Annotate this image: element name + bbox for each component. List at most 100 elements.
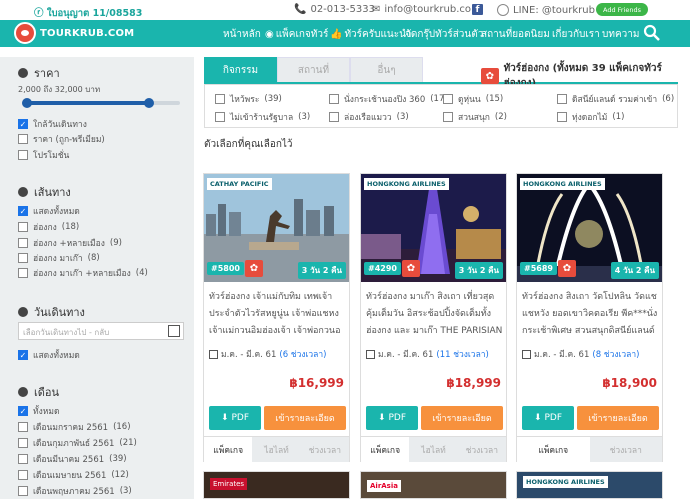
checkbox[interactable] [329, 112, 339, 122]
search-icon[interactable] [643, 24, 661, 42]
slots-link[interactable]: (6 ช่วงเวลา) [279, 347, 326, 361]
checkbox[interactable] [18, 134, 28, 144]
pdf-button[interactable]: ⬇ PDF [209, 406, 261, 430]
month-option-mar[interactable]: เดือนมีนาคม 2561 (39) [18, 452, 127, 466]
month-option-feb[interactable]: เดือนกุมภาพันธ์ 2561 (21) [18, 436, 137, 450]
details-button[interactable]: เข้ารายละเอียด [577, 406, 659, 430]
route-option-hongkong-multi[interactable]: ฮ่องกง +หลายเมือง (9) [18, 236, 122, 250]
tour-card[interactable]: HONGKONG AIRLINES [516, 471, 663, 499]
tour-image[interactable]: HONGKONG AIRLINES #5689 ✿ 4 วัน 2 คืน [517, 174, 662, 282]
nav-item-home[interactable]: หน้าหลัก [223, 27, 261, 42]
price-slider-min-handle[interactable] [22, 98, 32, 108]
sort-option-nearest-date[interactable]: ✓ ใกล้วันเดินทาง [18, 117, 87, 131]
tab-places[interactable]: สถานที่ [277, 57, 350, 83]
details-button[interactable]: เข้ารายละเอียด [264, 406, 346, 430]
checkbox[interactable] [215, 112, 225, 122]
pdf-button[interactable]: ⬇ PDF [522, 406, 574, 430]
tour-card[interactable]: HONGKONG AIRLINES #5689 ✿ 4 วัน 2 คืน ทั… [516, 173, 663, 462]
checkbox[interactable] [329, 94, 339, 104]
tour-title[interactable]: ทัวร์ฮ่องกง สิงเถา วัดโปหลิน วัดแชแชหวัง… [522, 289, 660, 341]
airline-logo: HONGKONG AIRLINES [520, 178, 605, 190]
sort-option-price[interactable]: ราคา (ถูก-พรีเมียม) [18, 132, 105, 146]
tour-image[interactable]: HONGKONG AIRLINES #4290 ✿ 3 วัน 2 คืน [361, 174, 506, 282]
card-tab-package[interactable]: แพ็คเกจ [361, 436, 410, 462]
nav-item-packages[interactable]: ◉ แพ็คเกจทัวร์ [265, 27, 328, 42]
route-option-hongkong[interactable]: ฮ่องกง (18) [18, 220, 79, 234]
route-option-all[interactable]: ✓ แสดงทั้งหมด [18, 204, 80, 218]
route-option-hongkong-macau-multi[interactable]: ฮ่องกง มาเก๊า +หลายเมือง (4) [18, 266, 148, 280]
checkbox[interactable] [18, 470, 28, 480]
checkbox-checked[interactable]: ✓ [18, 350, 28, 360]
line-contact[interactable]: LINE: @tourkrub [497, 4, 595, 16]
checkbox[interactable] [18, 253, 28, 263]
checkbox-checked[interactable]: ✓ [18, 119, 28, 129]
card-tab-periods[interactable]: ช่วงเวลา [589, 436, 662, 462]
nav-item-private-group[interactable]: จัดกรุ๊ปทัวร์ส่วนตัว [405, 27, 483, 42]
add-friends-button[interactable]: Add Friends [596, 3, 648, 16]
card-tab-package[interactable]: แพ็คเกจ [517, 436, 590, 462]
pdf-button[interactable]: ⬇ PDF [366, 406, 418, 430]
month-option-all[interactable]: ✓ ทั้งหมด [18, 404, 59, 418]
checkbox-checked[interactable]: ✓ [18, 406, 28, 416]
filter-option[interactable]: ดูหุ่นน (15) [443, 92, 503, 106]
calendar-icon [522, 349, 531, 359]
slots-link[interactable]: (8 ช่วงเวลา) [592, 347, 639, 361]
month-option-jan[interactable]: เดือนมกราคม 2561 (16) [18, 420, 131, 434]
checkbox-checked[interactable]: ✓ [18, 206, 28, 216]
checkbox[interactable] [18, 422, 28, 432]
calendar-icon [209, 349, 218, 359]
checkbox[interactable] [18, 438, 28, 448]
tour-image[interactable]: CATHAY PACIFIC #5800 ✿ 3 วัน 2 คืน [204, 174, 349, 282]
checkbox[interactable] [215, 94, 225, 104]
details-button[interactable]: เข้ารายละเอียด [421, 406, 503, 430]
checkbox[interactable] [557, 94, 567, 104]
tour-card[interactable]: CATHAY PACIFIC #5800 ✿ 3 วัน 2 คืน ทัวร์… [203, 173, 350, 462]
checkbox[interactable] [443, 112, 453, 122]
tour-card[interactable]: Emirates [203, 471, 350, 499]
phone-contact[interactable]: 📞 02-013-5333 [294, 4, 375, 15]
sort-option-promotion[interactable]: โปรโมชั่น [18, 148, 69, 162]
date-option-all[interactable]: ✓ แสดงทั้งหมด [18, 348, 80, 362]
card-tab-periods[interactable]: ช่วงเวลา [300, 436, 349, 462]
tour-title[interactable]: ทัวร์ฮ่องกง เจ้าแม่กับทิม เทพเจ้าประจำตั… [209, 289, 347, 341]
tab-others[interactable]: อื่นๆ [350, 57, 423, 83]
month-option-apr[interactable]: เดือนเมษายน 2561 (12) [18, 468, 129, 482]
price-slider-max-handle[interactable] [144, 98, 154, 108]
tour-card[interactable]: HONGKONG AIRLINES #4290 ✿ 3 วัน 2 คืน ทั… [360, 173, 507, 462]
slots-link[interactable]: (11 ช่วงเวลา) [436, 347, 489, 361]
route-option-hongkong-macau[interactable]: ฮ่องกง มาเก๊า (8) [18, 251, 100, 265]
checkbox[interactable] [18, 268, 28, 278]
facebook-link[interactable]: f [472, 4, 483, 15]
tour-card[interactable]: AirAsia [360, 471, 507, 499]
nav-item-recommended[interactable]: 👍 ทัวร์ครับแนะนำ [330, 27, 412, 42]
filter-option[interactable]: ทุ่งดอกไม้ (1) [557, 110, 624, 124]
filter-option[interactable]: ไหว้พระ (39) [215, 92, 282, 106]
logo[interactable]: TOURKRUB.COM [14, 22, 134, 44]
filter-option[interactable]: สวนสนุก (2) [443, 110, 507, 124]
card-tab-highlight[interactable]: ไฮไลท์ [252, 436, 301, 462]
checkbox[interactable] [18, 222, 28, 232]
tab-activities[interactable]: กิจกรรม [204, 57, 277, 83]
checkbox[interactable] [18, 238, 28, 248]
nav-item-about[interactable]: เกี่ยวกับเรา [552, 27, 600, 42]
checkbox[interactable] [443, 94, 453, 104]
card-tab-highlight[interactable]: ไฮไลท์ [409, 436, 458, 462]
card-tab-periods[interactable]: ช่วงเวลา [457, 436, 506, 462]
checkbox[interactable] [18, 150, 28, 160]
filter-option[interactable]: ไม่เข้าร้านรัฐบาล (3) [215, 110, 310, 124]
travel-date-input[interactable]: เลือกวันเดินทางไป - กลับ [18, 322, 184, 340]
nav-item-popular-places[interactable]: สถานที่ยอดนิยม [481, 27, 550, 42]
filter-option[interactable]: นั่งกระเช้านองปิง 360 (17) [329, 92, 448, 106]
card-tab-package[interactable]: แพ็คเกจ [204, 436, 253, 462]
calendar-icon[interactable] [168, 325, 180, 337]
checkbox[interactable] [18, 454, 28, 464]
price-slider[interactable] [22, 98, 180, 108]
filter-option[interactable]: ล่องเรือแมวว (3) [329, 110, 409, 124]
checkbox[interactable] [18, 486, 28, 496]
filter-option[interactable]: ดิสนีย์แลนด์ รวมค่าเข้า (6) [557, 92, 674, 106]
nav-item-articles[interactable]: บทความ [602, 27, 639, 42]
email-contact[interactable]: ✉ info@tourkrub.co [372, 4, 471, 15]
tour-title[interactable]: ทัวร์ฮ่องกง มาเก๊า สิงเถา เที่ยวสุดคุ้มเ… [366, 289, 504, 341]
month-option-may[interactable]: เดือนพฤษภาคม 2561 (3) [18, 484, 132, 498]
checkbox[interactable] [557, 112, 567, 122]
